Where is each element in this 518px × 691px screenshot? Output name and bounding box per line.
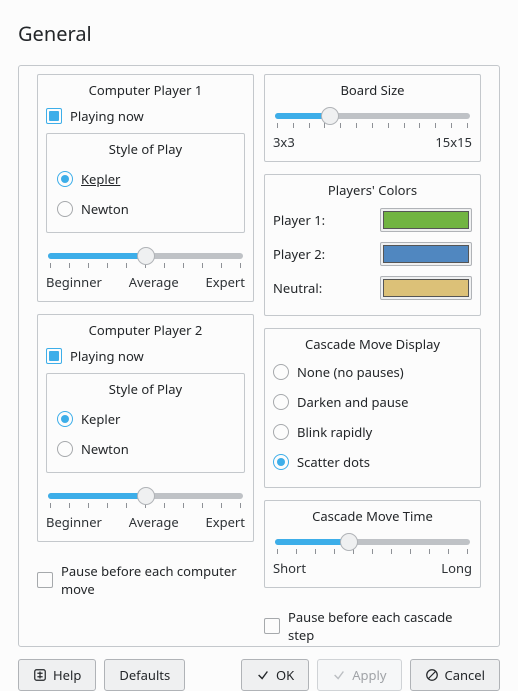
apply-button-label: Apply xyxy=(352,666,386,684)
right-column: Board Size 3x3 15x15 Players' Colors Pla… xyxy=(264,74,481,646)
pause-before-computer-move-checkbox[interactable]: Pause before each computer move xyxy=(37,560,254,600)
cp1-newton-label: Newton xyxy=(81,200,129,218)
help-button[interactable]: Help xyxy=(18,659,96,691)
help-button-label: Help xyxy=(53,666,81,684)
cp1-style-group: Style of Play Kepler Newton xyxy=(46,133,245,233)
cancel-icon xyxy=(425,668,439,682)
colors-legend: Players' Colors xyxy=(273,181,472,199)
board-max-label: 15x15 xyxy=(435,133,472,151)
cp1-kepler-label: Kepler xyxy=(81,170,120,188)
cp2-radio-kepler[interactable]: Kepler xyxy=(57,404,234,434)
cp1-slider-mid: Average xyxy=(129,273,179,291)
checkbox-checked-icon xyxy=(46,348,62,364)
cascade-time-slider[interactable]: Short Long xyxy=(273,529,472,577)
color-swatch-icon xyxy=(383,211,469,229)
radio-unselected-icon xyxy=(57,441,73,457)
cp2-playing-now-checkbox[interactable]: Playing now xyxy=(46,343,245,373)
left-column: Computer Player 1 Playing now Style of P… xyxy=(37,74,254,646)
cascade-display-legend: Cascade Move Display xyxy=(273,335,472,353)
group-cascade-display: Cascade Move Display None (no pauses) Da… xyxy=(264,328,481,488)
group-cascade-time: Cascade Move Time Short Long xyxy=(264,500,481,588)
cascade-radio-darken[interactable]: Darken and pause xyxy=(273,387,472,417)
cp2-radio-newton[interactable]: Newton xyxy=(57,434,234,464)
cp1-radio-kepler[interactable]: Kepler xyxy=(57,164,234,194)
cascade-time-legend: Cascade Move Time xyxy=(273,507,472,525)
cascade-radio-scatter[interactable]: Scatter dots xyxy=(273,447,472,477)
pause-before-cascade-checkbox[interactable]: Pause before each cascade step xyxy=(264,606,481,646)
radio-unselected-icon xyxy=(57,201,73,217)
cascade-scatter-label: Scatter dots xyxy=(297,453,370,471)
cascade-time-max: Long xyxy=(441,559,472,577)
cp1-skill-slider[interactable]: Beginner Average Expert xyxy=(46,243,245,291)
cp2-style-legend: Style of Play xyxy=(57,380,234,398)
cascade-darken-label: Darken and pause xyxy=(297,393,408,411)
board-size-slider[interactable]: 3x3 15x15 xyxy=(273,103,472,151)
settings-panel: Computer Player 1 Playing now Style of P… xyxy=(18,65,500,647)
radio-selected-icon xyxy=(57,171,73,187)
cp1-playing-now-label: Playing now xyxy=(70,107,144,125)
neutral-color-label: Neutral: xyxy=(273,279,322,297)
cp2-legend: Computer Player 2 xyxy=(46,321,245,339)
apply-button[interactable]: Apply xyxy=(317,659,401,691)
cancel-button[interactable]: Cancel xyxy=(410,659,500,691)
radio-unselected-icon xyxy=(273,364,289,380)
cp1-legend: Computer Player 1 xyxy=(46,81,245,99)
radio-unselected-icon xyxy=(273,424,289,440)
cp2-kepler-label: Kepler xyxy=(81,410,120,428)
page-title: General xyxy=(0,0,518,55)
group-computer-player-2: Computer Player 2 Playing now Style of P… xyxy=(37,314,254,542)
slider-handle-icon[interactable] xyxy=(321,107,339,125)
cp2-slider-min: Beginner xyxy=(46,513,102,531)
neutral-color-button[interactable] xyxy=(380,276,472,300)
color-swatch-icon xyxy=(383,245,469,263)
ok-button[interactable]: OK xyxy=(241,659,309,691)
p1-color-label: Player 1: xyxy=(273,211,325,229)
cp1-radio-newton[interactable]: Newton xyxy=(57,194,234,224)
slider-handle-icon[interactable] xyxy=(137,247,155,265)
checkbox-unchecked-icon xyxy=(37,572,53,588)
cp1-slider-max: Expert xyxy=(205,273,245,291)
color-swatch-icon xyxy=(383,279,469,297)
slider-handle-icon[interactable] xyxy=(137,487,155,505)
p1-color-button[interactable] xyxy=(380,208,472,232)
help-icon xyxy=(33,668,47,682)
check-icon xyxy=(256,668,270,682)
board-min-label: 3x3 xyxy=(273,133,295,151)
cp2-playing-now-label: Playing now xyxy=(70,347,144,365)
p2-color-button[interactable] xyxy=(380,242,472,266)
check-icon xyxy=(332,668,346,682)
radio-selected-icon xyxy=(57,411,73,427)
radio-selected-icon xyxy=(273,454,289,470)
cascade-radio-blink[interactable]: Blink rapidly xyxy=(273,417,472,447)
cp1-playing-now-checkbox[interactable]: Playing now xyxy=(46,103,245,133)
cascade-radio-none[interactable]: None (no pauses) xyxy=(273,357,472,387)
radio-unselected-icon xyxy=(273,394,289,410)
board-legend: Board Size xyxy=(273,81,472,99)
button-bar: Help Defaults OK Apply Cancel xyxy=(0,647,518,691)
cascade-time-min: Short xyxy=(273,559,306,577)
ok-button-label: OK xyxy=(276,666,294,684)
group-board-size: Board Size 3x3 15x15 xyxy=(264,74,481,162)
group-player-colors: Players' Colors Player 1: Player 2: Neut… xyxy=(264,174,481,316)
cp1-slider-min: Beginner xyxy=(46,273,102,291)
checkbox-checked-icon xyxy=(46,108,62,124)
group-computer-player-1: Computer Player 1 Playing now Style of P… xyxy=(37,74,254,302)
defaults-button[interactable]: Defaults xyxy=(104,659,185,691)
p2-color-label: Player 2: xyxy=(273,245,325,263)
cp2-newton-label: Newton xyxy=(81,440,129,458)
cascade-none-label: None (no pauses) xyxy=(297,363,404,381)
cancel-button-label: Cancel xyxy=(445,666,485,684)
pause-cascade-label: Pause before each cascade step xyxy=(288,608,481,644)
cp2-slider-max: Expert xyxy=(205,513,245,531)
pause-computer-label: Pause before each computer move xyxy=(61,562,254,598)
cp2-slider-mid: Average xyxy=(129,513,179,531)
defaults-button-label: Defaults xyxy=(119,666,170,684)
cascade-blink-label: Blink rapidly xyxy=(297,423,372,441)
cp1-style-legend: Style of Play xyxy=(57,140,234,158)
slider-handle-icon[interactable] xyxy=(340,533,358,551)
cp2-skill-slider[interactable]: Beginner Average Expert xyxy=(46,483,245,531)
cp2-style-group: Style of Play Kepler Newton xyxy=(46,373,245,473)
checkbox-unchecked-icon xyxy=(264,618,280,634)
